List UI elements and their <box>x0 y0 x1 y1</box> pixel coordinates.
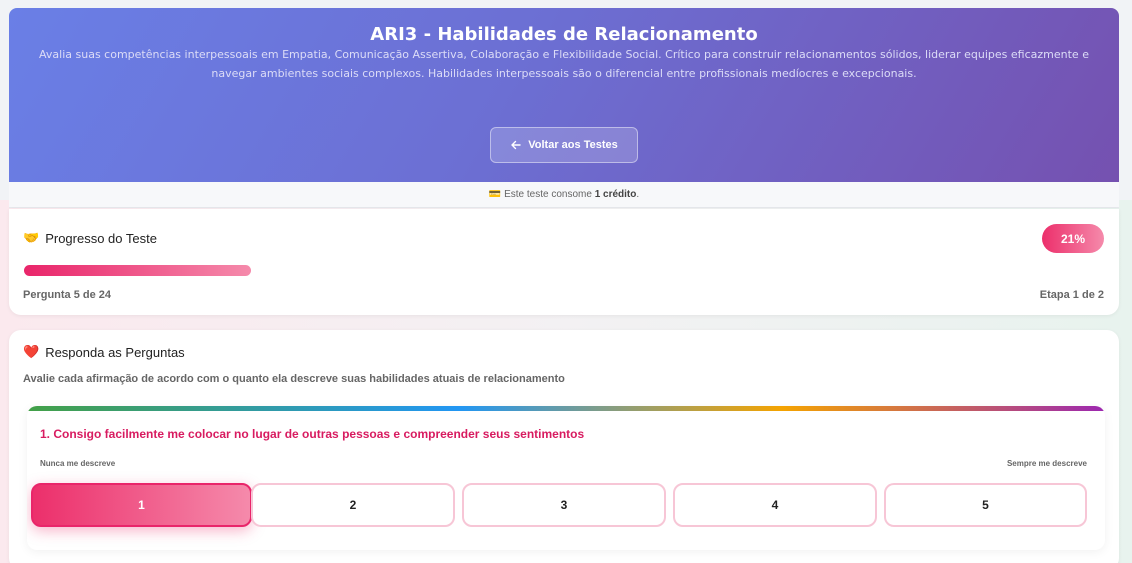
answer-option-4[interactable]: 4 <box>673 483 877 527</box>
credit-card-icon: 💳 <box>488 189 502 200</box>
page-title: ARI3 - Habilidades de Relacionamento <box>370 24 758 45</box>
questions-subtitle: Avalie cada afirmação de acordo com o qu… <box>23 373 565 385</box>
test-header: ARI3 - Habilidades de Relacionamento Ava… <box>9 8 1119 182</box>
question-item: 1. Consigo facilmente me colocar no luga… <box>27 406 1105 550</box>
test-description: Avalia suas competências interpessoais e… <box>39 48 1089 80</box>
credit-notice: 💳 Este teste consome 1 crédito. <box>9 182 1119 208</box>
progress-bar-fill <box>24 265 251 276</box>
questions-title-label: Responda as Perguntas <box>45 344 185 360</box>
credit-prefix: Este teste consome <box>504 189 592 200</box>
answer-option-5[interactable]: 5 <box>884 483 1087 527</box>
back-button-label: Voltar aos Testes <box>528 139 618 151</box>
answer-option-3[interactable]: 3 <box>462 483 666 527</box>
handshake-icon: 🤝 <box>23 230 40 245</box>
back-to-tests-button[interactable]: Voltar aos Testes <box>490 127 638 163</box>
arrow-left-icon <box>511 140 521 150</box>
questions-title: ❤️ Responda as Perguntas <box>23 344 185 360</box>
progress-title-label: Progresso do Teste <box>45 230 157 246</box>
progress-title: 🤝 Progresso do Teste <box>23 230 157 246</box>
answer-option-2[interactable]: 2 <box>251 483 455 527</box>
progress-percent-badge: 21% <box>1042 224 1104 253</box>
question-text: 1. Consigo facilmente me colocar no luga… <box>40 427 585 441</box>
credit-suffix: . <box>636 189 640 200</box>
scale-high-label: Sempre me descreve <box>1006 459 1087 468</box>
scale-low-label: Nunca me descreve <box>40 459 116 468</box>
credit-amount: 1 crédito <box>594 189 637 200</box>
heart-icon: ❤️ <box>23 344 40 359</box>
progress-card: 🤝 Progresso do Teste 21% Pergunta 5 de 2… <box>9 209 1119 315</box>
question-accent-bar <box>27 406 1105 411</box>
questions-card: ❤️ Responda as Perguntas Avalie cada afi… <box>9 330 1119 563</box>
answer-option-1[interactable]: 1 <box>31 483 252 527</box>
progress-bar <box>24 265 1104 276</box>
stage-counter: Etapa 1 de 2 <box>1039 289 1104 301</box>
question-counter: Pergunta 5 de 24 <box>23 289 112 301</box>
